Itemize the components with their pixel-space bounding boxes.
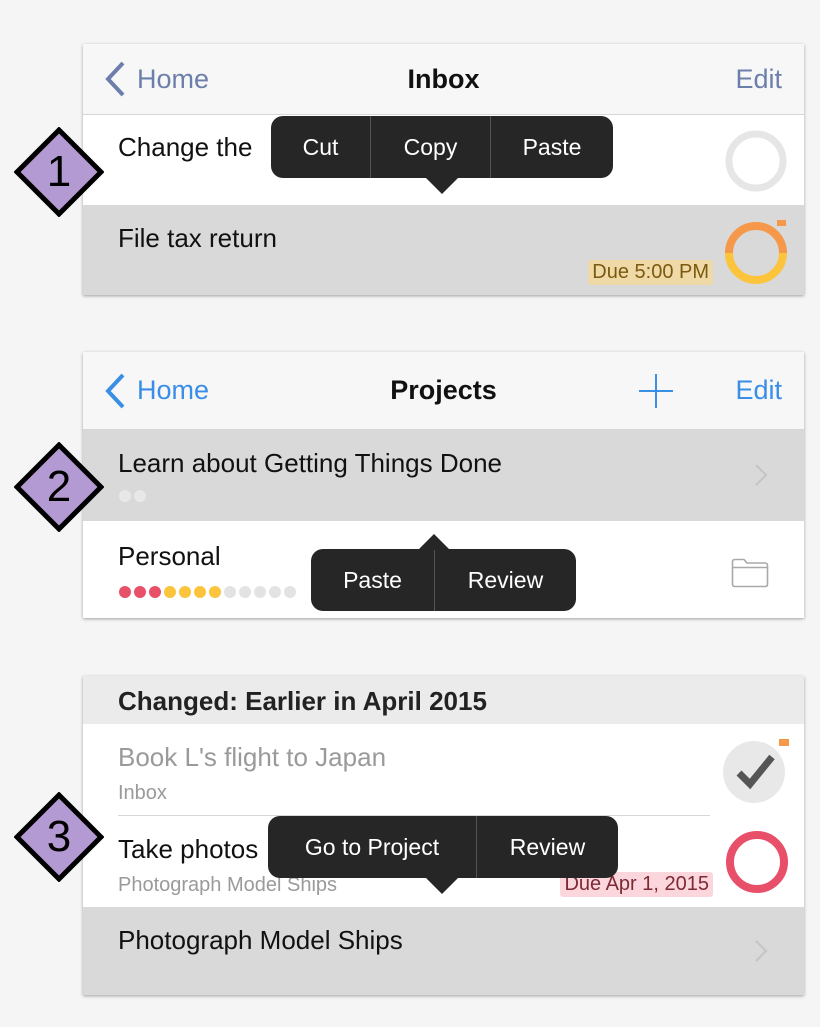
status-dot: [134, 490, 146, 502]
home-back-button[interactable]: Home: [103, 44, 209, 114]
paste-menu-item[interactable]: Paste: [490, 116, 613, 178]
status-dot: [119, 586, 131, 598]
project-menu-popover: Go to Project Review: [268, 816, 618, 894]
cut-menu-item[interactable]: Cut: [271, 116, 370, 178]
flag-icon: [779, 739, 789, 746]
status-dot: [119, 490, 131, 502]
project-status-dots: [119, 490, 146, 502]
edit-menu-popover: Cut Copy Paste: [271, 116, 613, 194]
project-menu-popover: Paste Review: [311, 534, 576, 611]
section-header: Changed: Earlier in April 2015: [83, 676, 804, 724]
copy-menu-item[interactable]: Copy: [370, 116, 490, 178]
review-menu-item[interactable]: Review: [434, 549, 576, 611]
status-dot: [284, 586, 296, 598]
review-menu-item[interactable]: Review: [476, 816, 618, 878]
task-project: Inbox: [118, 782, 167, 804]
popover-arrow: [418, 534, 450, 550]
inbox-panel: Home Inbox Edit Change the File tax retu…: [83, 44, 804, 295]
status-dot: [134, 586, 146, 598]
chevron-right-icon[interactable]: [754, 463, 768, 487]
go-to-project-menu-item[interactable]: Go to Project: [268, 816, 476, 878]
task-row-completed[interactable]: Book L's flight to Japan Inbox: [83, 724, 804, 815]
popover-arrow: [426, 878, 458, 894]
status-dot: [269, 586, 281, 598]
plus-icon: [639, 373, 673, 408]
popover-arrow: [426, 178, 458, 194]
status-dot: [239, 586, 251, 598]
annotation-marker-1: 1: [13, 126, 105, 218]
status-dot: [179, 586, 191, 598]
status-dot: [149, 586, 161, 598]
back-label: Home: [137, 375, 210, 405]
edit-button[interactable]: Edit: [735, 44, 782, 114]
paste-menu-item[interactable]: Paste: [311, 549, 434, 611]
due-soon-circle-icon[interactable]: [722, 217, 790, 285]
flag-icon: [777, 220, 786, 226]
task-title: File tax return: [118, 223, 277, 253]
back-label: Home: [137, 63, 210, 94]
status-dot: [224, 586, 236, 598]
overdue-circle-icon[interactable]: [724, 829, 790, 895]
home-back-button[interactable]: Home: [103, 352, 209, 429]
task-title: Take photos: [118, 834, 259, 864]
section-header-label: Changed: Earlier in April 2015: [118, 686, 487, 716]
chevron-left-icon: [105, 61, 125, 97]
annotation-marker-2: 2: [13, 441, 105, 533]
completed-check-icon[interactable]: [722, 737, 792, 803]
status-dot: [194, 586, 206, 598]
inbox-navbar: Home Inbox Edit: [83, 44, 804, 115]
folder-icon[interactable]: [731, 558, 769, 588]
chevron-left-icon: [105, 373, 125, 408]
project-title: Photograph Model Ships: [118, 925, 403, 955]
task-title: Change the: [118, 132, 253, 162]
project-title: Personal: [118, 541, 221, 571]
changed-panel: Changed: Earlier in April 2015 Book L's …: [83, 676, 804, 995]
task-row-selected[interactable]: File tax return Due 5:00 PM: [83, 205, 804, 295]
due-badge: Due 5:00 PM: [588, 260, 713, 285]
projects-panel: Home Projects Edit Learn about Getting T…: [83, 352, 804, 618]
project-status-dots: [119, 586, 296, 598]
add-project-button[interactable]: [638, 352, 674, 429]
task-title: Book L's flight to Japan: [118, 742, 387, 772]
status-dot: [209, 586, 221, 598]
empty-circle-icon[interactable]: [724, 129, 788, 193]
project-row-selected[interactable]: Learn about Getting Things Done: [83, 430, 804, 521]
project-row-selected[interactable]: Photograph Model Ships: [83, 907, 804, 995]
project-title: Learn about Getting Things Done: [118, 448, 503, 478]
status-dot: [254, 586, 266, 598]
chevron-right-icon[interactable]: [754, 939, 768, 963]
status-dot: [164, 586, 176, 598]
annotation-marker-3: 3: [13, 791, 105, 883]
projects-navbar: Home Projects Edit: [83, 352, 804, 430]
edit-button[interactable]: Edit: [735, 352, 782, 429]
